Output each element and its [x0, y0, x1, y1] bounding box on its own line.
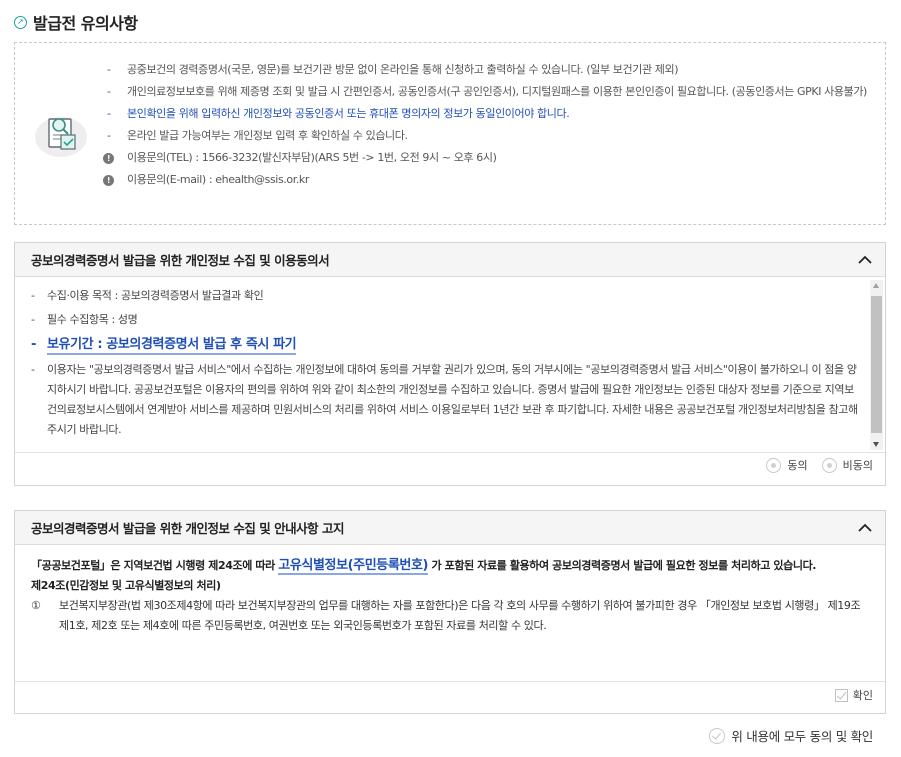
agree-all-checkbox[interactable]: 위 내용에 모두 동의 및 확인 — [709, 726, 873, 745]
page-title: 발급전 유의사항 — [33, 14, 138, 33]
compass-icon: ➚ — [14, 15, 27, 29]
confirm-checkbox[interactable]: 확인 — [834, 687, 873, 703]
chevron-up-icon[interactable] — [857, 252, 873, 268]
agree-radio[interactable]: 동의 — [766, 457, 808, 473]
check-circle-icon[interactable] — [709, 727, 726, 744]
consent-panel: 공보의경력증명서 발급을 위한 개인정보 수집 및 이용동의서 - 수집·이용 목… — [14, 242, 886, 486]
consent-panel-title: 공보의경력증명서 발급을 위한 개인정보 수집 및 이용동의서 — [31, 253, 330, 268]
article-clause: ① 보건복지부장관(법 제30조제4항에 따라 보건복지부장관의 업무를 대행하는… — [31, 599, 861, 632]
scroll-up-arrow-icon[interactable] — [873, 283, 879, 288]
checkbox-icon[interactable] — [834, 688, 848, 702]
contact-email: ! 이용문의(E-mail) : ehealth@ssis.or.kr — [103, 171, 867, 189]
radio-circle-icon[interactable] — [766, 457, 782, 473]
consent-item: - 수집·이용 목적 : 공보의경력증명서 발급결과 확인 — [31, 289, 264, 302]
notice-panel: 공보의경력증명서 발급을 위한 개인정보 수집 및 안내사항 고지 「공공보건포… — [14, 510, 886, 714]
legal-basis-text: 「공공보건포털」은 지역보건법 시행령 제24조에 따라 고유식별정보(주민등록… — [31, 558, 817, 575]
retention-period: - 보유기간 : 공보의경력증명서 발급 후 즉시 파기 — [31, 334, 863, 356]
notice-list: - 공중보건의 경력증명서(국문, 영문)를 보건기관 방문 없이 온라인을 통해… — [103, 61, 867, 193]
notice-item: - 개인의료정보보호를 위해 제증명 조회 및 발급 시 간편인증서, 공동인증서… — [107, 85, 867, 98]
consent-options: 동의 비동의 — [766, 457, 873, 473]
scroll-down-arrow-icon[interactable] — [873, 442, 879, 447]
section-title: ➚ 발급전 유의사항 — [14, 12, 138, 33]
notice-panel-content: 「공공보건포털」은 지역보건법 시행령 제24조에 따라 고유식별정보(주민등록… — [15, 546, 885, 682]
consent-list: - 수집·이용 목적 : 공보의경력증명서 발급결과 확인 - 필수 수집항목 : … — [31, 286, 863, 444]
notice-box: - 공중보건의 경력증명서(국문, 영문)를 보건기관 방문 없이 온라인을 통해… — [14, 42, 886, 225]
notice-panel-title: 공보의경력증명서 발급을 위한 개인정보 수집 및 안내사항 고지 — [31, 521, 344, 536]
notice-panel-header[interactable]: 공보의경력증명서 발급을 위한 개인정보 수집 및 안내사항 고지 — [15, 511, 885, 545]
unique-id-highlight: 고유식별정보(주민등록번호) — [278, 558, 429, 575]
disagree-radio[interactable]: 비동의 — [821, 457, 873, 473]
contact-tel: ! 이용문의(TEL) : 1566-3232(발신자부담)(ARS 5번 -> … — [103, 149, 867, 167]
article-title: 제24조(민감정보 및 고유식별정보의 처리) — [31, 579, 221, 592]
consent-item: - 필수 수집항목 : 성명 — [31, 313, 138, 326]
notice-item: - 공중보건의 경력증명서(국문, 영문)를 보건기관 방문 없이 온라인을 통해… — [107, 63, 679, 76]
consent-item: - 이용자는 "공보의경력증명서 발급 서비스"에서 수집하는 개인정보에 대하여… — [31, 363, 858, 436]
scrollbar-thumb[interactable] — [871, 296, 882, 433]
exclamation-icon: ! — [103, 175, 114, 186]
consent-content: - 수집·이용 목적 : 공보의경력증명서 발급결과 확인 - 필수 수집항목 : … — [15, 278, 885, 453]
exclamation-icon: ! — [103, 153, 114, 164]
chevron-up-icon[interactable] — [857, 520, 873, 536]
scrollbar[interactable] — [870, 280, 883, 450]
notice-item: - 온라인 발급 가능여부는 개인정보 입력 후 확인하실 수 있습니다. — [107, 129, 408, 142]
radio-circle-icon[interactable] — [821, 457, 837, 473]
consent-panel-header[interactable]: 공보의경력증명서 발급을 위한 개인정보 수집 및 이용동의서 — [15, 243, 885, 277]
notice-item-highlight: - 본인확인을 위해 입력하신 개인정보와 공동인증서 또는 휴대폰 명의자의 정… — [107, 107, 570, 120]
document-search-icon — [35, 117, 87, 157]
